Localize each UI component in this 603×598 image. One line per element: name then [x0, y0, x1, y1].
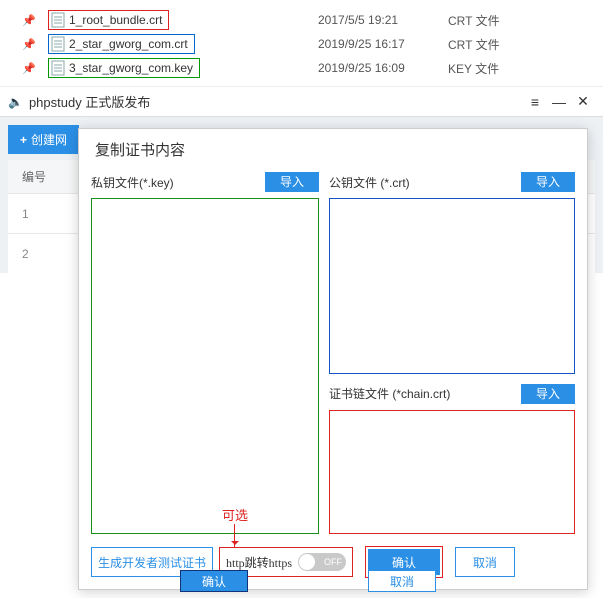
import-chain-button[interactable]: 导入	[521, 384, 575, 404]
file-date: 2019/9/25 16:17	[318, 37, 448, 51]
back-cancel-button[interactable]: 取消	[368, 570, 436, 592]
minimize-button[interactable]: —	[547, 94, 571, 110]
create-label: 创建网	[31, 133, 67, 147]
create-site-button[interactable]: + 创建网	[8, 125, 79, 154]
menu-button[interactable]: ≡	[523, 94, 547, 110]
import-key-button[interactable]: 导入	[265, 172, 319, 192]
annotation-optional: 可选	[222, 505, 248, 524]
pin-icon: 📌	[0, 62, 48, 75]
chain-file-label: 证书链文件 (*chain.crt)	[329, 385, 450, 402]
file-name: 1_root_bundle.crt	[69, 13, 162, 27]
import-crt-button[interactable]: 导入	[521, 172, 575, 192]
crt-file-label: 公钥文件 (*.crt)	[329, 174, 410, 191]
cert-dialog: 复制证书内容 私钥文件(*.key) 导入 公钥文件 (*.crt) 导入	[78, 128, 588, 590]
pin-icon: 📌	[0, 38, 48, 51]
dialog-title: 复制证书内容	[79, 129, 587, 170]
chain-file-textarea[interactable]	[329, 410, 575, 534]
speaker-icon: 🔈	[8, 95, 23, 109]
toggle-knob	[299, 554, 315, 570]
file-type: CRT 文件	[448, 36, 500, 53]
crt-file-textarea[interactable]	[329, 198, 575, 374]
file-icon	[51, 36, 65, 52]
plus-icon: +	[20, 133, 27, 147]
row-index: 2	[22, 247, 29, 261]
file-type: CRT 文件	[448, 12, 500, 29]
file-date: 2019/9/25 16:09	[318, 61, 448, 75]
file-date: 2017/5/5 19:21	[318, 13, 448, 27]
file-box[interactable]: 3_star_gworg_com.key	[48, 58, 200, 78]
file-list: 📌 1_root_bundle.crt 2017/5/5 19:21 CRT 文…	[0, 0, 603, 80]
pin-icon: 📌	[0, 14, 48, 27]
file-box[interactable]: 2_star_gworg_com.crt	[48, 34, 195, 54]
file-row[interactable]: 📌 1_root_bundle.crt 2017/5/5 19:21 CRT 文…	[0, 8, 603, 32]
row-index: 1	[22, 207, 29, 221]
app-titlebar: 🔈 phpstudy 正式版发布 ≡ — ✕	[0, 86, 603, 116]
close-button[interactable]: ✕	[571, 93, 595, 110]
http-to-https-toggle[interactable]: OFF	[298, 553, 346, 571]
file-icon	[51, 60, 65, 76]
dialog-cancel-button[interactable]: 取消	[455, 547, 515, 577]
http-jump-label: http跳转https	[226, 554, 292, 571]
file-name: 2_star_gworg_com.crt	[69, 37, 188, 51]
file-icon	[51, 12, 65, 28]
col-index: 编号	[22, 168, 46, 185]
backdrop-buttons: 确认 取消	[180, 570, 436, 592]
file-box[interactable]: 1_root_bundle.crt	[48, 10, 169, 30]
file-name: 3_star_gworg_com.key	[69, 61, 193, 75]
file-type: KEY 文件	[448, 60, 499, 77]
key-file-textarea[interactable]	[91, 198, 319, 534]
file-row[interactable]: 📌 2_star_gworg_com.crt 2019/9/25 16:17 C…	[0, 32, 603, 56]
file-row[interactable]: 📌 3_star_gworg_com.key 2019/9/25 16:09 K…	[0, 56, 603, 80]
app-title: phpstudy 正式版发布	[29, 92, 523, 111]
key-file-label: 私钥文件(*.key)	[91, 174, 174, 191]
toggle-state: OFF	[324, 557, 342, 567]
back-confirm-button[interactable]: 确认	[180, 570, 248, 592]
annotation-arrow	[234, 524, 235, 548]
